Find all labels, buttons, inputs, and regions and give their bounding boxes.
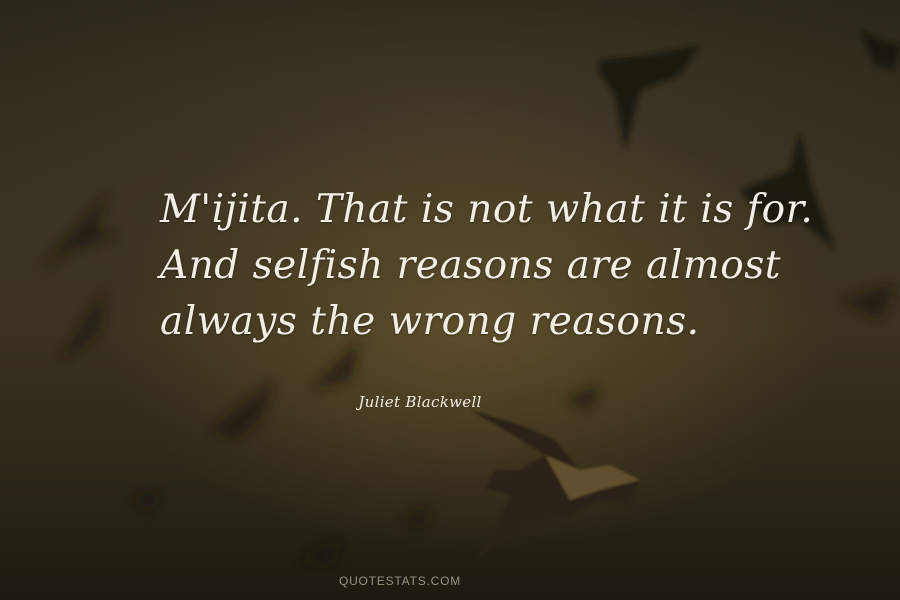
quote-line: always the wrong reasons. xyxy=(160,299,700,344)
bird-silhouette xyxy=(840,285,895,320)
bird-silhouette xyxy=(400,505,430,525)
bird-silhouette xyxy=(60,290,105,360)
bird-silhouette xyxy=(130,490,160,510)
bird-silhouette xyxy=(598,45,700,150)
quote-author: Juliet Blackwell xyxy=(358,393,482,411)
quote-text: M'ijita. That is not what it is for. And… xyxy=(160,182,814,350)
bird-silhouette xyxy=(860,30,900,70)
site-watermark: QUOTESTATS.COM xyxy=(338,574,462,588)
bird-silhouette xyxy=(300,540,340,565)
bird-silhouette xyxy=(40,190,120,270)
quote-line: And selfish reasons are almost xyxy=(160,243,781,288)
quote-card: M'ijita. That is not what it is for. And… xyxy=(0,0,900,600)
quote-line: M'ijita. That is not what it is for. xyxy=(160,187,814,232)
